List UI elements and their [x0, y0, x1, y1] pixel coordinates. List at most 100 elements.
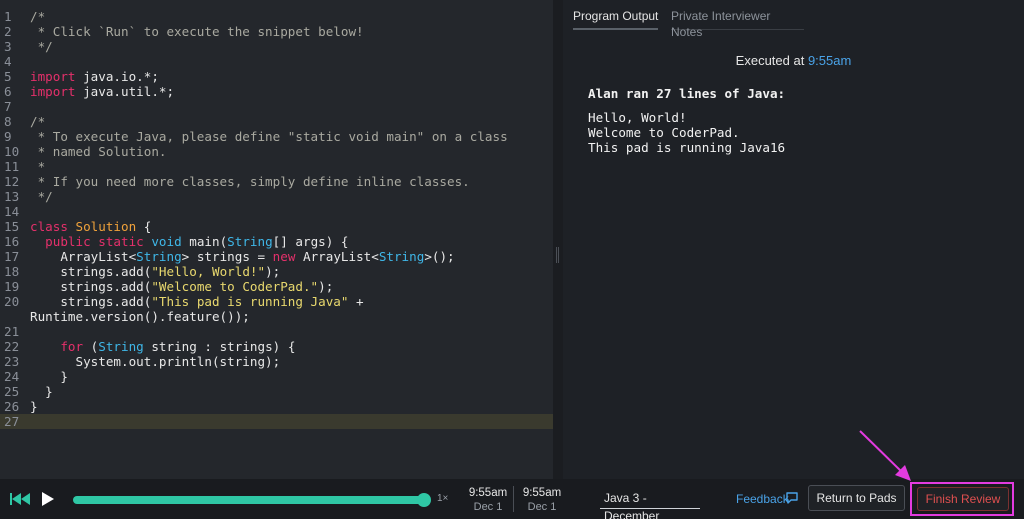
code-token: [] args) {	[272, 234, 349, 249]
code-line[interactable]: 19 strings.add("Welcome to CoderPad.");	[0, 279, 553, 294]
line-number: 3	[4, 39, 12, 54]
code-token: * named Solution.	[30, 144, 167, 159]
end-time: 9:55am	[522, 487, 562, 499]
line-source: }	[30, 399, 38, 414]
code-token: "Welcome to CoderPad."	[151, 279, 319, 294]
start-time: 9:55am	[468, 487, 508, 499]
code-line[interactable]: 15 class Solution {	[0, 219, 553, 234]
code-line[interactable]: 22 for (String string : strings) {	[0, 339, 553, 354]
line-number: 5	[4, 69, 12, 84]
code-token: /*	[30, 114, 46, 129]
code-line[interactable]: 2 * Click `Run` to execute the snippet b…	[0, 24, 553, 39]
code-line[interactable]: 9 * To execute Java, please define "stat…	[0, 129, 553, 144]
code-token: */	[30, 189, 53, 204]
code-token: "This pad is running Java"	[151, 294, 349, 309]
code-line[interactable]: 23 System.out.println(string);	[0, 354, 553, 369]
chat-bubble-icon[interactable]	[785, 491, 799, 505]
line-number: 6	[4, 84, 12, 99]
code-line[interactable]: 11 *	[0, 159, 553, 174]
finish-review-highlight: Finish Review	[910, 482, 1014, 516]
finish-review-button[interactable]: Finish Review	[917, 487, 1009, 511]
code-line[interactable]: 16 public static void main(String[] args…	[0, 234, 553, 249]
code-token: );	[265, 264, 281, 279]
code-token: import	[30, 84, 76, 99]
rewind-to-start-icon[interactable]	[10, 493, 32, 505]
line-number: 9	[4, 129, 12, 144]
line-number: 16	[4, 234, 20, 249]
output-line: Welcome to CoderPad.	[588, 125, 740, 140]
executed-at-time: 9:55am	[807, 53, 852, 68]
code-line[interactable]: 14	[0, 204, 553, 219]
line-number: 20	[4, 294, 20, 309]
line-source: * If you need more classes, simply defin…	[30, 174, 470, 189]
code-editor[interactable]: 1/* 2 * Click `Run` to execute the snippe…	[0, 0, 553, 479]
code-token: String	[136, 249, 182, 264]
code-line[interactable]: 27	[0, 414, 553, 429]
tab-program-output[interactable]: Program Output	[573, 8, 659, 30]
code-token: */	[30, 39, 53, 54]
code-line[interactable]: 8 /*	[0, 114, 553, 129]
code-line[interactable]: Runtime.version().feature());	[0, 309, 553, 324]
line-source: * To execute Java, please define "static…	[30, 129, 508, 144]
line-number: 17	[4, 249, 20, 264]
line-source: }	[30, 384, 53, 399]
pane-divider[interactable]	[553, 0, 563, 479]
code-token: import	[30, 69, 76, 84]
code-line[interactable]: 21	[0, 324, 553, 339]
line-number: 26	[4, 399, 20, 414]
code-line[interactable]: 26}	[0, 399, 553, 414]
code-line[interactable]: 7	[0, 99, 553, 114]
playback-slider-handle[interactable]	[417, 493, 431, 507]
code-line[interactable]: 6 import java.util.*;	[0, 84, 553, 99]
line-source: * Click `Run` to execute the snippet bel…	[30, 24, 364, 39]
code-token: java.io.*;	[75, 69, 159, 84]
resize-grip-icon[interactable]	[556, 247, 559, 263]
code-line[interactable]: 12 * If you need more classes, simply de…	[0, 174, 553, 189]
code-token: void	[151, 234, 182, 249]
code-line[interactable]: 4	[0, 54, 553, 69]
code-line[interactable]: 13 */	[0, 189, 553, 204]
pad-name-field[interactable]: Java 3 - December	[600, 489, 700, 519]
code-token: Runtime.version().feature());	[30, 309, 250, 324]
feedback-link[interactable]: Feedback	[736, 492, 789, 506]
end-date: Dec 1	[527, 501, 557, 513]
code-line[interactable]: 10 * named Solution.	[0, 144, 553, 159]
line-number: 22	[4, 339, 20, 354]
code-token: {	[136, 219, 152, 234]
code-line[interactable]: 25 }	[0, 384, 553, 399]
code-line[interactable]: 20 strings.add("This pad is running Java…	[0, 294, 553, 309]
playback-speed[interactable]: 1×	[437, 493, 448, 504]
line-number: 24	[4, 369, 20, 384]
return-to-pads-button[interactable]: Return to Pads	[808, 485, 905, 511]
code-line[interactable]: 24 }	[0, 369, 553, 384]
line-number: 18	[4, 264, 20, 279]
code-token: "Hello, World!"	[151, 264, 266, 279]
executed-at-label: Executed at	[735, 53, 805, 68]
end-timestamp: 9:55am Dec 1	[517, 487, 567, 514]
code-token: string : strings) {	[143, 339, 296, 354]
output-line: This pad is running Java16	[588, 140, 786, 155]
line-number: 25	[4, 384, 20, 399]
play-icon[interactable]	[42, 492, 54, 506]
code-line[interactable]: 5 import java.io.*;	[0, 69, 553, 84]
code-token: new	[272, 249, 296, 264]
playback-slider[interactable]	[73, 496, 426, 504]
line-number: 11	[4, 159, 20, 174]
line-number: 1	[4, 9, 12, 24]
line-number: 14	[4, 204, 20, 219]
code-line[interactable]: 18 strings.add("Hello, World!");	[0, 264, 553, 279]
tab-private-interviewer-notes[interactable]: Private Interviewer Notes	[671, 8, 804, 39]
line-source: import java.io.*;	[30, 69, 159, 84]
line-source: * named Solution.	[30, 144, 167, 159]
line-number: 21	[4, 324, 20, 339]
code-line[interactable]: 3 */	[0, 39, 553, 54]
code-line[interactable]: 1 /*	[0, 9, 553, 24]
line-source: import java.util.*;	[30, 84, 174, 99]
code-token: }	[30, 399, 38, 414]
line-source: /*	[30, 9, 45, 24]
code-line[interactable]: 17 ArrayList<String> strings = new Array…	[0, 249, 553, 264]
line-source: strings.add("This pad is running Java" +	[30, 294, 363, 309]
line-source: for (String string : strings) {	[30, 339, 295, 354]
